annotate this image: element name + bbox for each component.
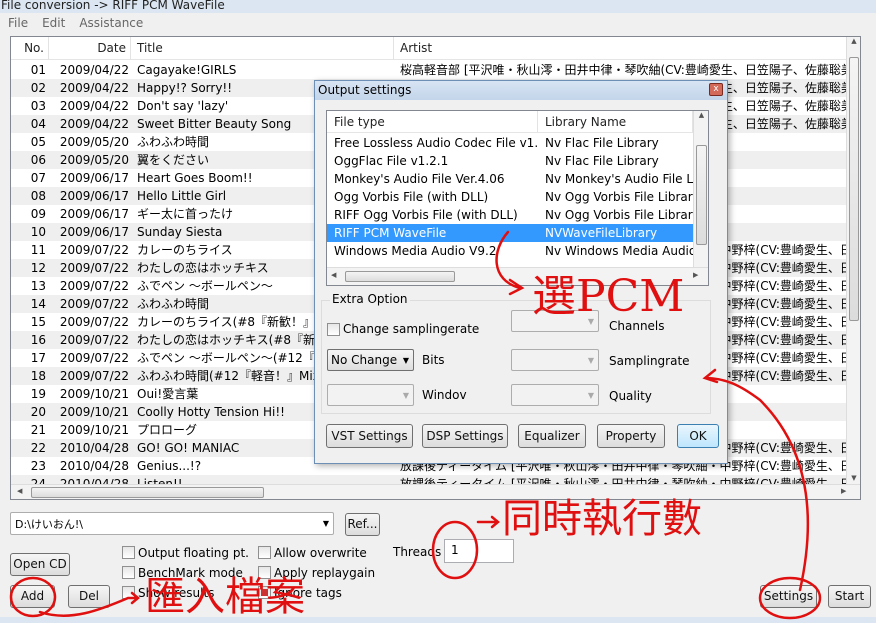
arrow-settings — [702, 368, 810, 592]
arrow-threads — [476, 515, 500, 529]
annotation-strokes — [9, 230, 822, 620]
arrow-to-pcm — [495, 230, 525, 296]
annotation-concurrency: 同時執行數 — [502, 496, 702, 542]
annotation-import-files: 匯入檔案 — [145, 574, 305, 620]
add-circle — [9, 576, 57, 618]
threads-circle — [431, 520, 479, 580]
settings-circle — [758, 576, 822, 620]
annotation-select-pcm: 選PCM — [532, 271, 685, 322]
